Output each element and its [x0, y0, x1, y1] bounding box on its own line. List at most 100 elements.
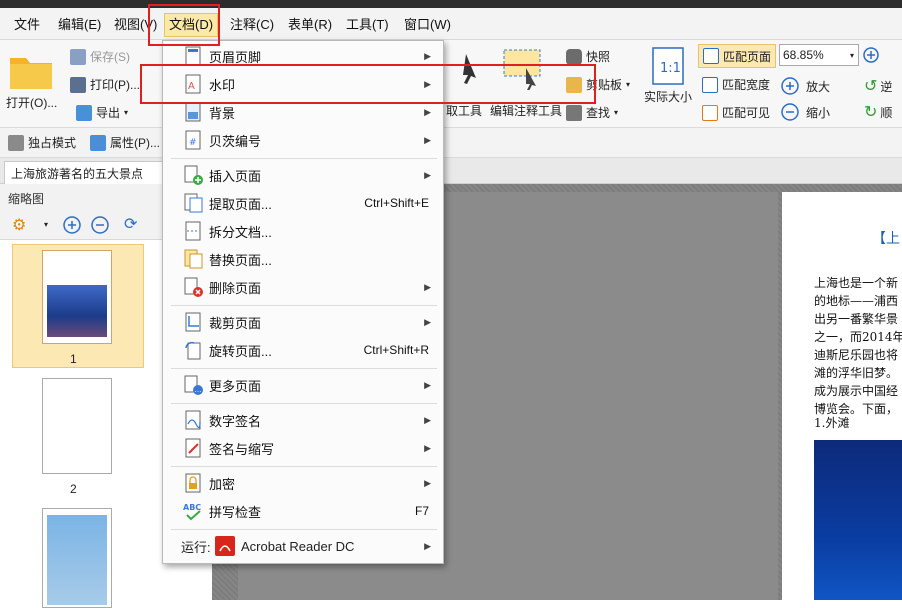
menu-item-crop-pages[interactable]: 裁剪页面 ▶ — [163, 309, 443, 335]
page-line: 之一，而2014年 — [814, 330, 902, 344]
actual-size-button[interactable]: 1:1 实际大小 — [644, 46, 692, 105]
document-tab-title: 上海旅游著名的五大景点 — [11, 167, 144, 181]
menu-item-split-document[interactable]: 拆分文档... — [163, 218, 443, 244]
zoom-in-icon[interactable] — [62, 215, 82, 235]
menu-item-label: 背景 — [209, 105, 236, 121]
zoom-out-icon[interactable] — [90, 215, 110, 235]
menu-separator — [171, 305, 437, 306]
menu-item-replace-pages[interactable]: 替换页面... — [163, 246, 443, 272]
menu-item-label: 提取页面... — [209, 196, 272, 212]
menu-item-delete-pages[interactable]: 删除页面 ▶ — [163, 274, 443, 300]
window-top-strip — [0, 0, 902, 8]
save-button[interactable]: 保存(S) — [70, 48, 130, 65]
zoom-in-button[interactable]: 放大 — [780, 76, 830, 96]
zoom-value: 68.85% — [783, 48, 824, 62]
chevron-down-icon[interactable]: ▾ — [44, 220, 48, 229]
thumbnail-page-2[interactable] — [42, 378, 112, 474]
thumbnail-photo — [47, 285, 107, 337]
thumbnail-page-3[interactable] — [42, 508, 112, 608]
zoom-in-icon — [781, 77, 799, 95]
replace-pages-icon — [184, 249, 203, 269]
page-line: 成为展示中国经 — [814, 384, 899, 398]
menu-item-label: 页眉页脚 — [209, 49, 262, 65]
folder-icon — [10, 58, 52, 89]
exclusive-mode-button[interactable]: 独占模式 — [8, 134, 76, 151]
fit-visible-button[interactable]: 匹配可见 — [702, 104, 770, 121]
fit-page-button[interactable]: 匹配页面 — [698, 44, 777, 68]
zoom-out-button[interactable]: 缩小 — [780, 102, 830, 122]
crop-pages-icon — [185, 312, 201, 332]
chevron-down-icon: ▾ — [849, 50, 854, 60]
properties-button[interactable]: 属性(P)... — [90, 134, 160, 151]
menu-item-label: 裁剪页面 — [209, 315, 262, 331]
menu-item-digital-signature[interactable]: 数字签名 ▶ — [163, 407, 443, 433]
submenu-arrow-icon: ▶ — [424, 106, 431, 117]
fit-page-icon — [703, 48, 719, 64]
find-button[interactable]: 查找 ▾ — [566, 104, 618, 121]
fit-page-label: 匹配页面 — [723, 49, 772, 64]
rotate-ccw-icon: ↺ — [864, 78, 878, 95]
chevron-down-icon: ▾ — [124, 108, 129, 117]
document-tab[interactable]: 上海旅游著名的五大景点× — [4, 161, 183, 184]
acrobat-icon — [215, 536, 235, 556]
export-button[interactable]: 导出 ▾ — [76, 104, 128, 121]
properties-label: 属性(P)... — [110, 136, 160, 150]
menu-item-spell-check[interactable]: ABC 拼写检查 F7 — [163, 498, 443, 524]
fit-visible-icon — [702, 104, 718, 121]
page-line: 迪斯尼乐园也将 — [814, 348, 899, 362]
document-menu-dropdown: 页眉页脚 ▶ A 水印 ▶ 背景 ▶ # 贝茨编号 ▶ 插入页面 ▶ 提取页面... Ctr… — [162, 40, 444, 564]
submenu-arrow-icon: ▶ — [424, 316, 431, 327]
menu-item-bates-numbering[interactable]: # 贝茨编号 ▶ — [163, 127, 443, 153]
menu-item-label: 删除页面 — [209, 280, 262, 296]
bates-numbering-icon: # — [185, 130, 201, 150]
select-tool-label: 取工具 — [446, 104, 483, 118]
menu-item-sign-initial[interactable]: 签名与缩写 ▶ — [163, 435, 443, 461]
menu-edit[interactable]: 编辑(E) — [54, 15, 105, 35]
menu-item-shortcut: F7 — [414, 504, 429, 518]
menu-item-label: 旋转页面... — [209, 343, 272, 359]
fit-width-label: 匹配宽度 — [722, 78, 771, 92]
submenu-arrow-icon: ▶ — [424, 379, 431, 390]
print-button[interactable]: 打印(P)... — [70, 76, 140, 93]
rotate-ccw-button[interactable]: ↺ 逆 — [864, 76, 892, 96]
svg-text:#: # — [189, 138, 197, 148]
menu-file[interactable]: 文件 — [10, 15, 44, 35]
save-label: 保存(S) — [90, 50, 130, 64]
menu-window[interactable]: 窗口(W) — [400, 15, 455, 35]
open-button[interactable]: 打开(O)... — [6, 48, 57, 111]
edit-annotation-button[interactable]: 编辑注释工具 — [490, 102, 562, 119]
page-line: 出另一番繁华景 — [814, 312, 899, 326]
menu-item-more-pages[interactable]: … 更多页面 ▶ — [163, 372, 443, 398]
search-zoom-icon[interactable] — [862, 46, 882, 66]
select-tool-button[interactable]: 取工具 — [446, 102, 482, 119]
page-line: 上海也是一个新 — [814, 276, 899, 290]
crown-icon — [8, 134, 24, 151]
zoom-select[interactable]: 68.85% ▾ — [779, 44, 859, 66]
export-label: 导出 — [96, 106, 121, 120]
spell-check-icon: ABC — [183, 503, 201, 521]
extract-pages-icon — [184, 193, 203, 213]
fit-width-button[interactable]: 匹配宽度 — [702, 76, 770, 93]
rotate-page-icon[interactable]: ⟳ — [124, 214, 137, 234]
menu-form[interactable]: 表单(R) — [284, 15, 336, 35]
menu-item-label: 更多页面 — [209, 378, 262, 394]
snapshot-button[interactable]: 快照 — [566, 48, 610, 65]
menu-item-encrypt[interactable]: 加密 ▶ — [163, 470, 443, 496]
menu-item-rotate-pages[interactable]: 旋转页面... Ctrl+Shift+R — [163, 337, 443, 363]
menu-item-extract-pages[interactable]: 提取页面... Ctrl+Shift+E — [163, 190, 443, 216]
menu-item-shortcut: Ctrl+Shift+R — [363, 343, 429, 357]
menu-comment[interactable]: 注释(C) — [226, 15, 278, 35]
gear-icon[interactable]: ⚙ — [12, 215, 26, 235]
submenu-arrow-icon: ▶ — [424, 540, 431, 551]
find-label: 查找 — [586, 106, 611, 120]
menu-item-insert-page[interactable]: 插入页面 ▶ — [163, 162, 443, 188]
export-icon — [76, 104, 92, 121]
menu-item-run-acrobat[interactable]: 运行: Acrobat Reader DC ▶ — [163, 533, 443, 559]
menu-tools[interactable]: 工具(T) — [342, 15, 393, 35]
properties-icon — [90, 134, 106, 151]
rotate-cw-button[interactable]: ↻ 顺 — [864, 102, 892, 122]
chevron-down-icon: ▾ — [626, 80, 631, 89]
page-line: 滩的浮华旧梦。 — [814, 366, 899, 380]
thumbnail-page-1[interactable] — [42, 250, 112, 344]
run-prefix: 运行: — [181, 539, 211, 555]
